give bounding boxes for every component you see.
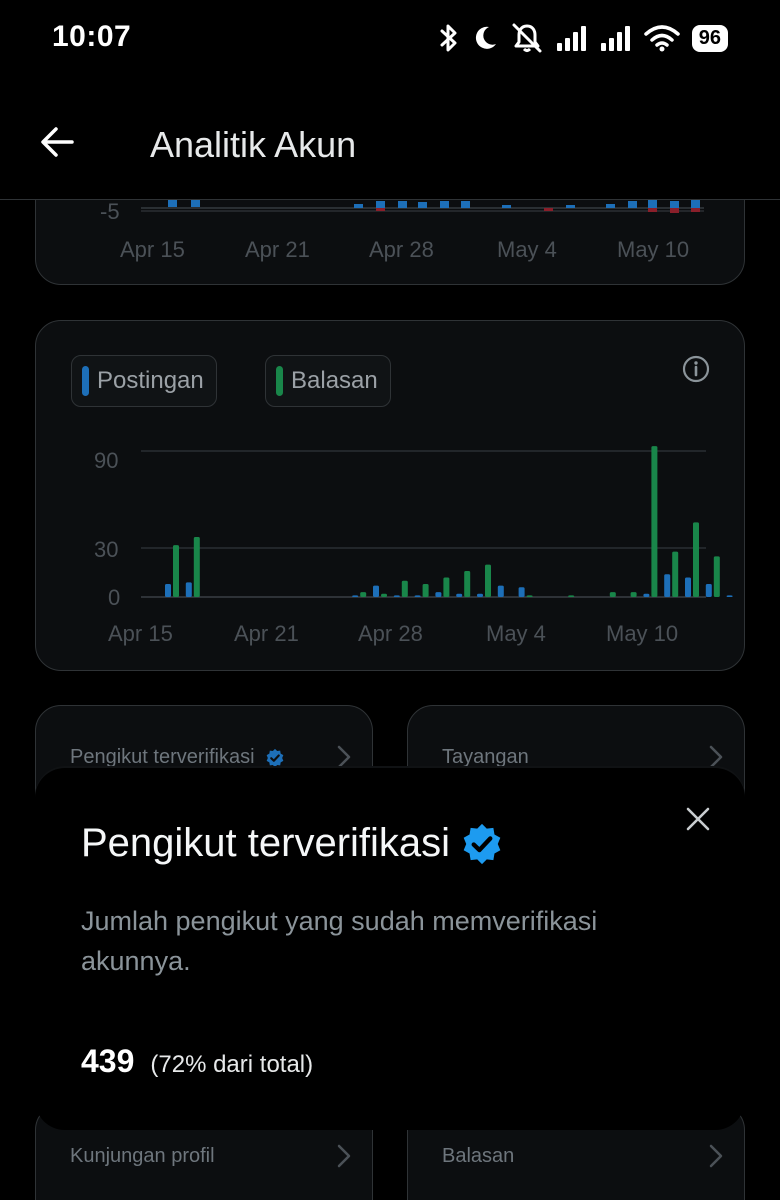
x-axis-tick: Apr 21 bbox=[245, 237, 310, 262]
bar-postingan bbox=[643, 593, 650, 597]
chevron-right-icon bbox=[337, 745, 351, 769]
sheet-title-text: Pengikut terverifikasi bbox=[81, 821, 451, 865]
bar-postingan bbox=[435, 592, 442, 597]
card-label: Tayangan bbox=[442, 746, 529, 768]
bar-balasan bbox=[381, 593, 387, 597]
chevron-right-icon bbox=[337, 1144, 351, 1168]
x-axis-tick: May 10 bbox=[617, 237, 690, 262]
card-label-text: Pengikut terverifikasi bbox=[70, 746, 255, 768]
sheet-stat: 439 (72% dari total) bbox=[81, 1043, 313, 1080]
bar-balasan bbox=[672, 551, 679, 597]
signal-icon bbox=[600, 26, 630, 51]
bar-balasan bbox=[526, 595, 533, 597]
bar-postingan bbox=[352, 595, 359, 597]
x-axis-tick: May 4 bbox=[497, 237, 557, 262]
x-axis-tick: Apr 28 bbox=[358, 621, 423, 646]
bar-balasan bbox=[443, 577, 450, 597]
chevron-right-icon bbox=[709, 745, 723, 769]
x-axis-tick: Apr 28 bbox=[369, 237, 434, 262]
bar-balasan bbox=[609, 592, 616, 597]
bar-postingan bbox=[165, 584, 171, 597]
bluetooth-icon bbox=[440, 24, 457, 52]
y-axis-tick: -5 bbox=[100, 199, 120, 224]
x-axis-tick: May 10 bbox=[606, 621, 679, 646]
bar-balasan bbox=[401, 580, 408, 597]
bar-balasan bbox=[360, 592, 367, 597]
arrow-left-icon[interactable] bbox=[38, 122, 78, 162]
x-axis-tick: Apr 21 bbox=[234, 621, 299, 646]
bar-balasan bbox=[630, 592, 637, 597]
bell-off-icon bbox=[512, 23, 542, 53]
info-sheet: Pengikut terverifikasi Jumlah pengikut y… bbox=[35, 768, 745, 1130]
bar-postingan bbox=[705, 584, 712, 597]
bar-postingan bbox=[664, 574, 671, 597]
posts-replies-chart-card: Postingan Balasan 90 30 0 Apr 15 Apr 21 … bbox=[35, 320, 745, 671]
sheet-title: Pengikut terverifikasi bbox=[81, 821, 504, 866]
bar-balasan bbox=[485, 564, 491, 597]
bar-balasan bbox=[464, 571, 471, 597]
close-icon[interactable] bbox=[683, 804, 713, 834]
bar-balasan bbox=[173, 545, 179, 597]
bar-balasan bbox=[713, 556, 720, 597]
x-axis-tick: May 4 bbox=[486, 621, 546, 646]
bar-postingan bbox=[373, 585, 379, 597]
moon-icon bbox=[475, 26, 496, 49]
bar-postingan bbox=[497, 585, 504, 597]
verified-badge-icon bbox=[463, 823, 501, 864]
card-label: Balasan bbox=[442, 1145, 515, 1167]
x-axis-tick: Apr 15 bbox=[120, 237, 185, 262]
card-label: Pengikut terverifikasi bbox=[70, 746, 285, 769]
chevron-right-icon bbox=[709, 1144, 723, 1168]
bar-balasan bbox=[568, 595, 575, 597]
bar-postingan bbox=[685, 577, 691, 597]
clock: 10:07 bbox=[52, 20, 132, 53]
verified-follower-count: 439 bbox=[81, 1043, 135, 1079]
bar-balasan bbox=[422, 584, 429, 597]
bar-postingan bbox=[185, 582, 192, 597]
status-bar: 10:07 96 bbox=[0, 0, 780, 78]
y-axis-tick: 0 bbox=[108, 585, 121, 610]
battery-icon: 96 bbox=[691, 24, 728, 52]
page-title: Analitik Akun bbox=[150, 124, 357, 165]
bar-balasan bbox=[651, 446, 658, 597]
bar-postingan bbox=[518, 587, 525, 597]
card-label: Kunjungan profil bbox=[70, 1145, 215, 1167]
app-header: Analitik Akun bbox=[0, 90, 780, 200]
bar-postingan bbox=[726, 595, 733, 597]
signal-icon bbox=[556, 26, 586, 51]
bar-chart bbox=[141, 446, 733, 598]
wifi-icon bbox=[644, 25, 680, 52]
verified-follower-percent: (72% dari total) bbox=[150, 1051, 314, 1078]
bar-postingan bbox=[456, 593, 463, 597]
y-axis-tick: 90 bbox=[94, 448, 119, 473]
status-icons: 96 bbox=[438, 22, 728, 54]
bar-balasan bbox=[693, 522, 699, 597]
bar-postingan bbox=[477, 593, 483, 597]
verified-badge-icon bbox=[266, 748, 283, 767]
bar-postingan bbox=[414, 595, 421, 597]
bar-postingan bbox=[393, 595, 400, 597]
x-axis-tick: Apr 15 bbox=[108, 621, 173, 646]
sheet-description: Jumlah pengikut yang sudah memverifikasi… bbox=[81, 906, 598, 976]
bar-balasan bbox=[193, 537, 200, 597]
y-axis-tick: 30 bbox=[94, 537, 119, 562]
